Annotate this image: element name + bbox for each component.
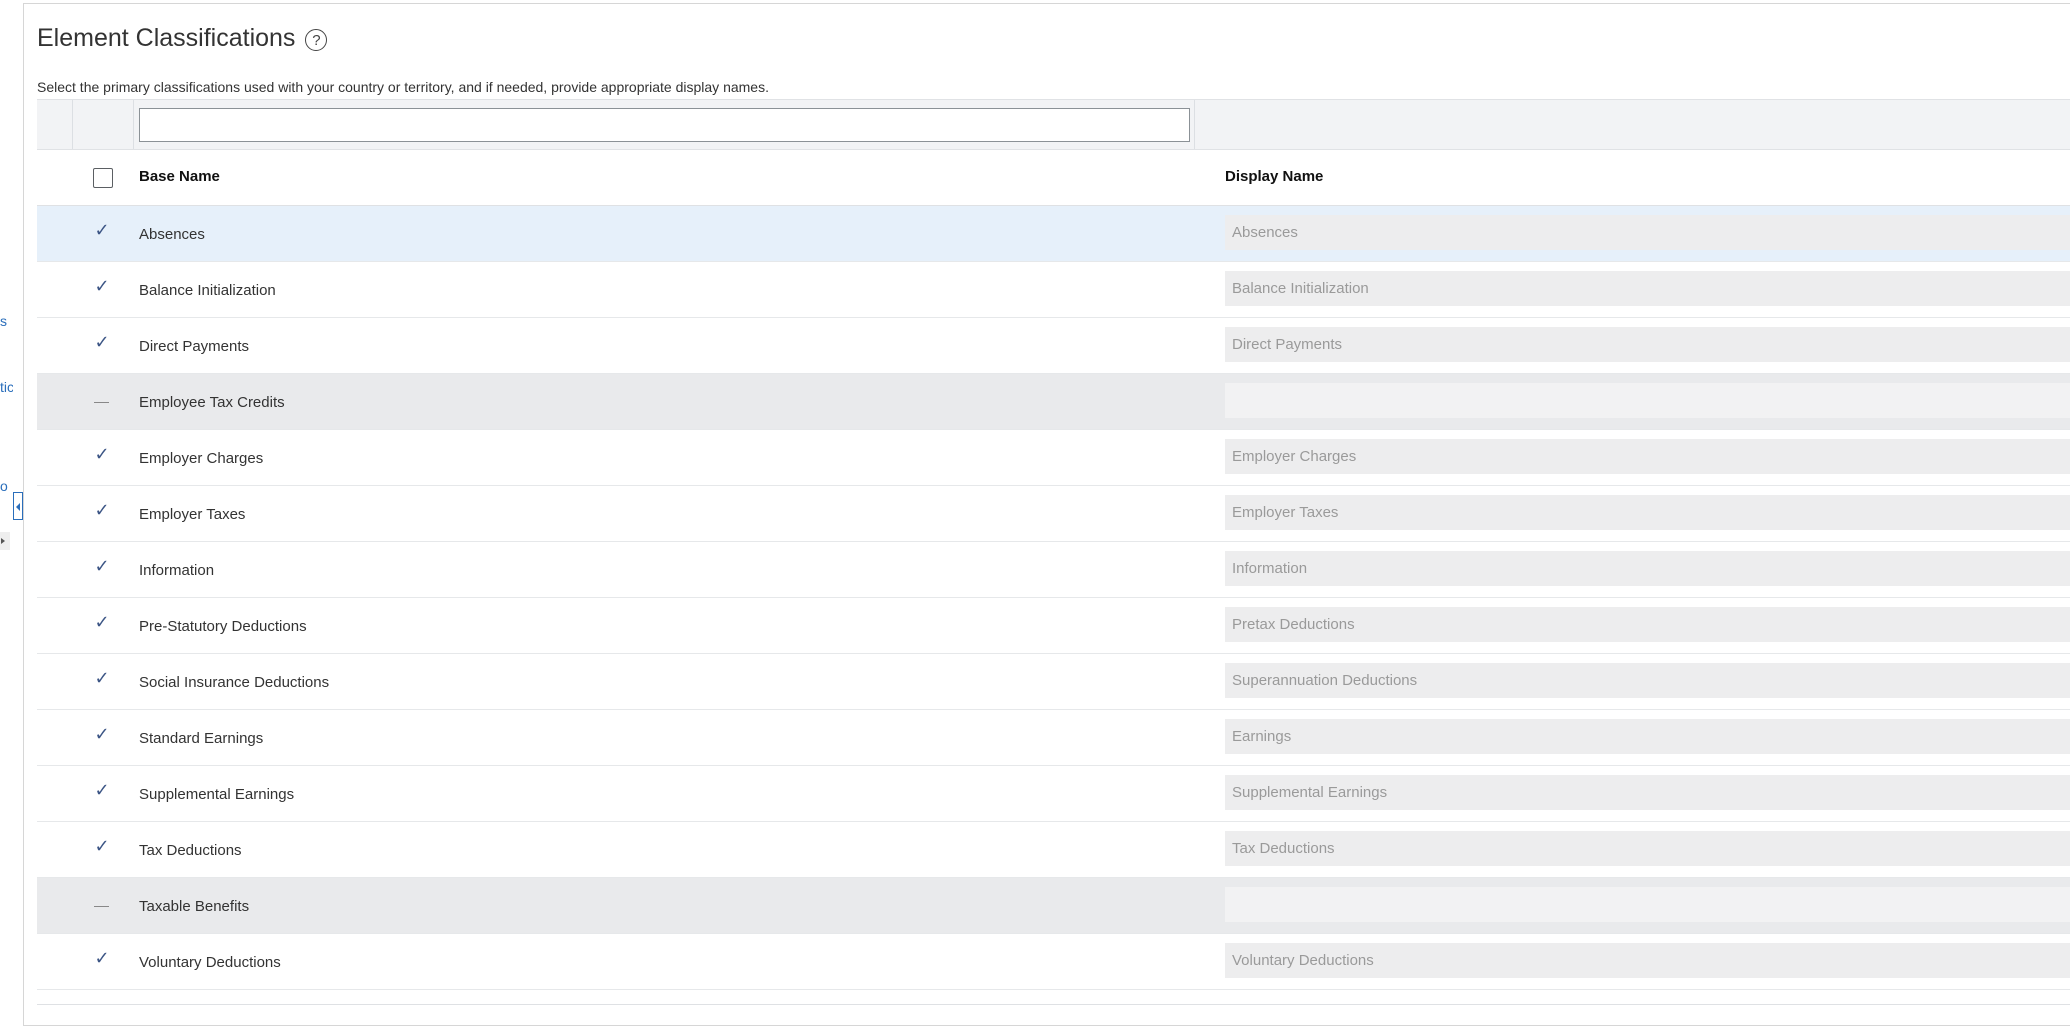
display-name-field[interactable]: Supplemental Earnings xyxy=(1225,775,2070,810)
table-row[interactable]: ✓ Employer Taxes Employer Taxes xyxy=(37,486,2070,542)
display-name-field[interactable] xyxy=(1225,383,2070,418)
table-row[interactable]: ✓ Social Insurance Deductions Superannuati… xyxy=(37,654,2070,710)
side-link-fragment[interactable]: s xyxy=(0,313,13,329)
base-name-cell: Standard Earnings xyxy=(139,730,264,747)
select-all-checkbox[interactable] xyxy=(93,168,113,188)
page-title: Element Classifications ? xyxy=(37,24,328,53)
table-row[interactable]: ✓ Tax Deductions Tax Deductions xyxy=(37,822,2070,878)
display-name-field[interactable]: Direct Payments xyxy=(1225,327,2070,362)
checkmark-icon[interactable]: ✓ xyxy=(92,948,112,970)
checkmark-icon[interactable]: ✓ xyxy=(92,556,112,578)
page-title-text: Element Classifications xyxy=(37,24,296,52)
base-name-cell: Information xyxy=(139,562,215,579)
table-row[interactable]: ✓ Pre-Statutory Deductions Pretax Deductio… xyxy=(37,598,2070,654)
checkmark-icon[interactable]: ✓ xyxy=(92,444,112,466)
table-footer-divider xyxy=(37,1004,2070,1005)
base-name-cell: Employer Taxes xyxy=(139,506,246,523)
base-name-cell: Direct Payments xyxy=(139,338,250,355)
unselected-dash-icon[interactable] xyxy=(94,402,109,403)
base-name-cell: Absences xyxy=(139,226,205,243)
table-row[interactable]: ✓ Direct Payments Direct Payments xyxy=(37,318,2070,374)
checkmark-icon[interactable]: ✓ xyxy=(92,220,112,242)
display-name-field[interactable]: Tax Deductions xyxy=(1225,831,2070,866)
checkmark-icon[interactable]: ✓ xyxy=(92,780,112,802)
checkmark-icon[interactable]: ✓ xyxy=(92,500,112,522)
base-name-cell: Employer Charges xyxy=(139,450,264,467)
help-icon[interactable]: ? xyxy=(305,29,328,51)
base-name-filter-input[interactable] xyxy=(139,108,1190,142)
table-row[interactable]: ✓ Employer Charges Employer Charges xyxy=(37,430,2070,486)
base-name-cell: Employee Tax Credits xyxy=(139,394,285,411)
instructions-text: Select the primary classifications used … xyxy=(37,79,769,95)
checkmark-icon[interactable]: ✓ xyxy=(92,332,112,354)
display-name-field[interactable]: Information xyxy=(1225,551,2070,586)
display-name-field[interactable]: Absences xyxy=(1225,215,2070,250)
table-row[interactable]: ✓ Standard Earnings Earnings xyxy=(37,710,2070,766)
table-row[interactable]: ✓ Voluntary Deductions Voluntary Deduction… xyxy=(37,934,2070,990)
table-row[interactable]: ✓ Absences Absences xyxy=(37,206,2070,262)
display-name-field[interactable]: Superannuation Deductions xyxy=(1225,663,2070,698)
column-header-base-name[interactable]: Base Name xyxy=(139,168,220,185)
display-name-field[interactable]: Earnings xyxy=(1225,719,2070,754)
element-classifications-panel: Element Classifications ? Select the pri… xyxy=(23,3,2070,1026)
display-name-field[interactable]: Voluntary Deductions xyxy=(1225,943,2070,978)
table-row[interactable]: Taxable Benefits xyxy=(37,878,2070,934)
checkmark-icon[interactable]: ✓ xyxy=(92,724,112,746)
column-header-display-name[interactable]: Display Name xyxy=(1225,168,1323,185)
table-row[interactable]: ✓ Information Information xyxy=(37,542,2070,598)
base-name-cell: Supplemental Earnings xyxy=(139,786,295,803)
table-header-row: Base Name Display Name xyxy=(37,150,2070,206)
table-row[interactable]: ✓ Supplemental Earnings Supplemental Earni… xyxy=(37,766,2070,822)
display-name-field[interactable]: Pretax Deductions xyxy=(1225,607,2070,642)
display-name-field[interactable] xyxy=(1225,887,2070,922)
display-name-field[interactable]: Employer Charges xyxy=(1225,439,2070,474)
display-name-field[interactable]: Balance Initialization xyxy=(1225,271,2070,306)
base-name-cell: Tax Deductions xyxy=(139,842,242,859)
unselected-dash-icon[interactable] xyxy=(94,906,109,907)
checkmark-icon[interactable]: ✓ xyxy=(92,276,112,298)
collapse-pane-icon[interactable] xyxy=(13,492,23,520)
filter-row xyxy=(37,99,2070,150)
base-name-cell: Voluntary Deductions xyxy=(139,954,281,971)
classifications-table: Base Name Display Name ✓ Absences Absences… xyxy=(37,99,2070,990)
table-row[interactable]: ✓ Balance Initialization Balance Initializ… xyxy=(37,262,2070,318)
display-name-field[interactable]: Employer Taxes xyxy=(1225,495,2070,530)
expand-arrow-icon[interactable] xyxy=(0,532,10,550)
side-link-fragment[interactable]: tic xyxy=(0,379,13,395)
base-name-cell: Social Insurance Deductions xyxy=(139,674,330,691)
table-body: ✓ Absences Absences ✓ Balance Initialization… xyxy=(37,206,2070,990)
side-link-fragment[interactable]: o xyxy=(0,478,13,494)
base-name-cell: Pre-Statutory Deductions xyxy=(139,618,307,635)
checkmark-icon[interactable]: ✓ xyxy=(92,668,112,690)
table-row[interactable]: Employee Tax Credits xyxy=(37,374,2070,430)
checkmark-icon[interactable]: ✓ xyxy=(92,836,112,858)
base-name-cell: Balance Initialization xyxy=(139,282,276,299)
base-name-cell: Taxable Benefits xyxy=(139,898,250,915)
checkmark-icon[interactable]: ✓ xyxy=(92,612,112,634)
